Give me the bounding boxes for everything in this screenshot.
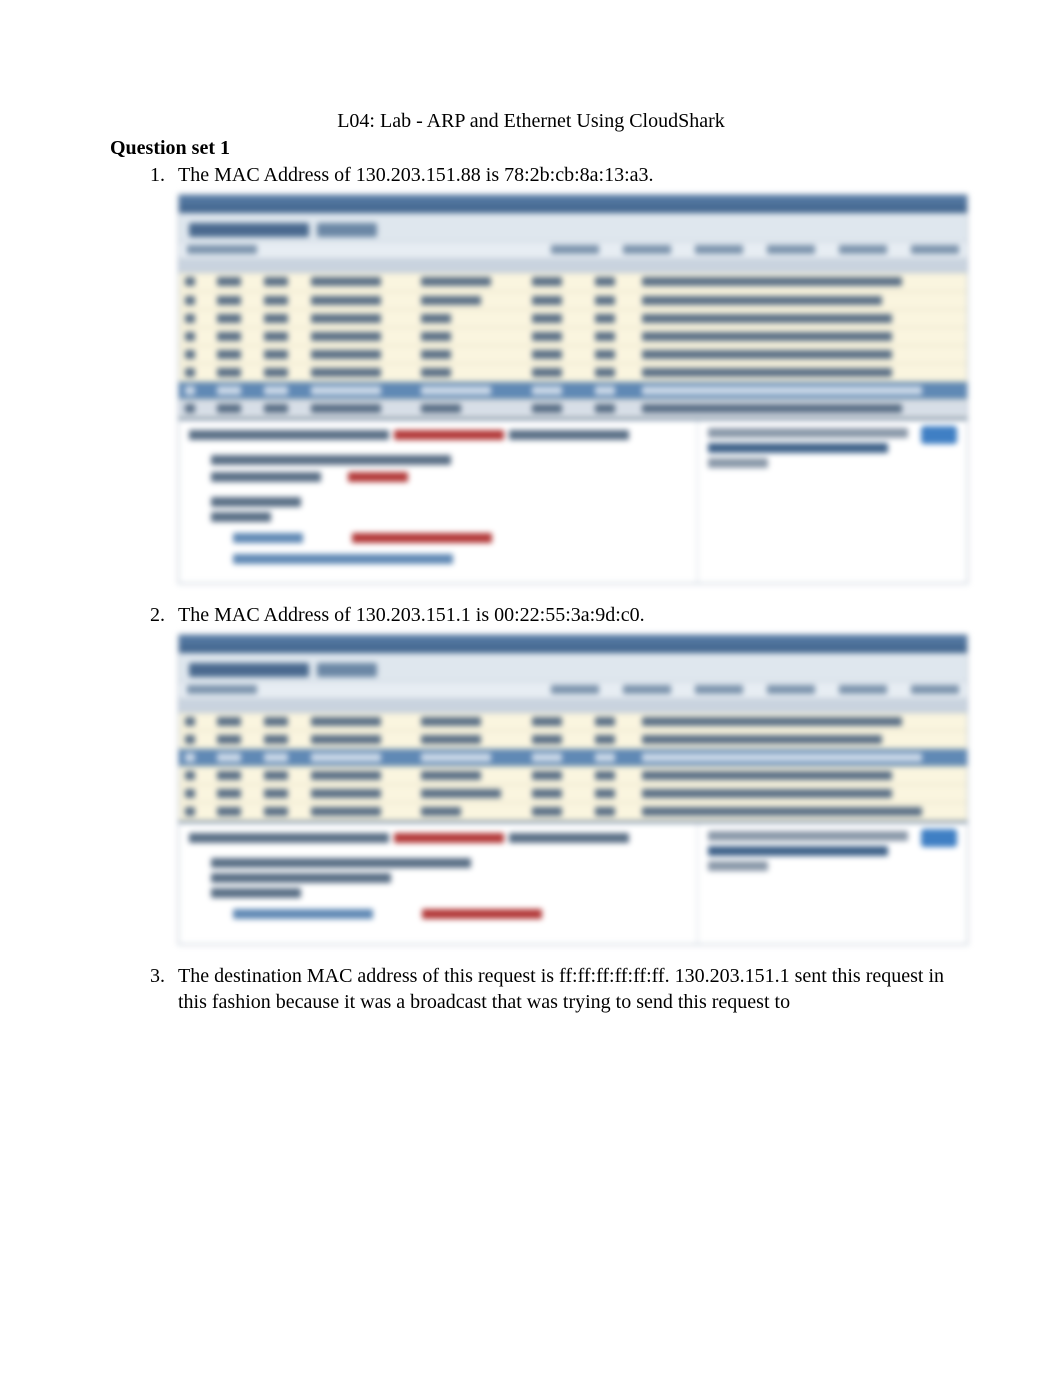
- packet-table: [179, 713, 967, 822]
- table-row-selected: [179, 749, 967, 767]
- table-row: [179, 309, 967, 327]
- answer-text-2: The MAC Address of 130.203.151.1 is 00:2…: [178, 602, 952, 628]
- info-button[interactable]: [921, 829, 957, 847]
- table-row: [179, 713, 967, 731]
- info-button[interactable]: [921, 426, 957, 444]
- page-title: L04: Lab - ARP and Ethernet Using CloudS…: [110, 110, 952, 133]
- table-row: [179, 785, 967, 803]
- list-item: The MAC Address of 130.203.151.1 is 00:2…: [170, 602, 952, 946]
- table-row: [179, 327, 967, 345]
- cloudshark-screenshot-2: [178, 634, 968, 946]
- table-row: [179, 363, 967, 381]
- table-row: [179, 767, 967, 785]
- question-list: The MAC Address of 130.203.151.88 is 78:…: [110, 162, 952, 1015]
- packet-details: [179, 821, 967, 944]
- table-row: [179, 803, 967, 821]
- answer-text-3: The destination MAC address of this requ…: [178, 963, 952, 1015]
- list-item: The destination MAC address of this requ…: [170, 963, 952, 1015]
- fade-overlay: [0, 1177, 1062, 1377]
- section-heading: Question set 1: [110, 137, 952, 160]
- table-row: [179, 731, 967, 749]
- table-row: [179, 273, 967, 291]
- packet-details: [179, 418, 967, 583]
- table-row-selected: [179, 381, 967, 399]
- list-item: The MAC Address of 130.203.151.88 is 78:…: [170, 162, 952, 584]
- answer-text-1: The MAC Address of 130.203.151.88 is 78:…: [178, 162, 952, 188]
- table-row: [179, 291, 967, 309]
- table-row: [179, 345, 967, 363]
- table-row: [179, 399, 967, 417]
- cloudshark-screenshot-1: [178, 194, 968, 584]
- packet-table: [179, 273, 967, 418]
